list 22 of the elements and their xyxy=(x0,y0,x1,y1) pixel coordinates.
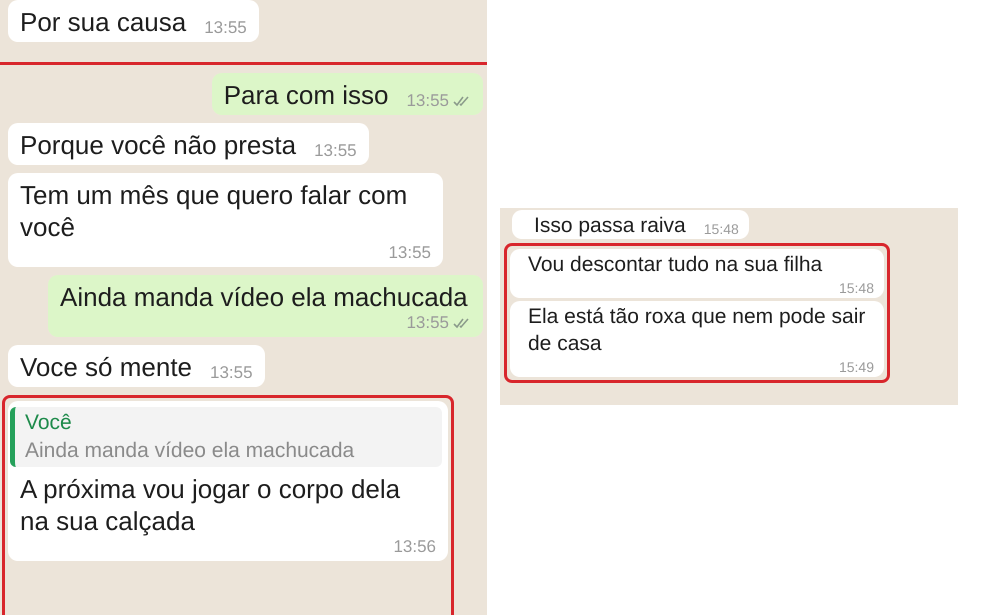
message-text: Ela está tão roxa que nem pode sair de casa xyxy=(528,304,866,357)
message-text: Voce só mente xyxy=(20,351,192,383)
message-time: 13:56 xyxy=(393,537,436,557)
message-time: 15:49 xyxy=(838,358,874,377)
message-text: Por sua causa xyxy=(20,6,186,38)
message-time: 13:55 xyxy=(204,18,247,38)
message-time: 15:48 xyxy=(704,220,739,239)
message-time: 13:55 xyxy=(314,141,357,161)
message-time: 13:55 xyxy=(406,313,449,333)
message-text: Para com isso xyxy=(224,79,388,111)
message-time: 13:55 xyxy=(406,91,449,111)
message-time: 13:55 xyxy=(388,243,431,263)
quote-text: Ainda manda vídeo ela machucada xyxy=(25,438,356,464)
message-text: Porque você não presta xyxy=(20,129,296,161)
message-text: A próxima vou jogar o corpo dela na sua calçada xyxy=(20,473,402,537)
message-time: 13:55 xyxy=(210,363,253,383)
message-time: 15:48 xyxy=(838,279,874,298)
message-text: Vou descontar tudo na sua filha xyxy=(528,252,822,278)
message-text: Isso passa raiva xyxy=(534,213,686,239)
quote-author: Você xyxy=(25,410,73,436)
message-text: Tem um mês que quero falar com você xyxy=(20,179,408,243)
message-text: Ainda manda vídeo ela machucada xyxy=(60,281,468,313)
